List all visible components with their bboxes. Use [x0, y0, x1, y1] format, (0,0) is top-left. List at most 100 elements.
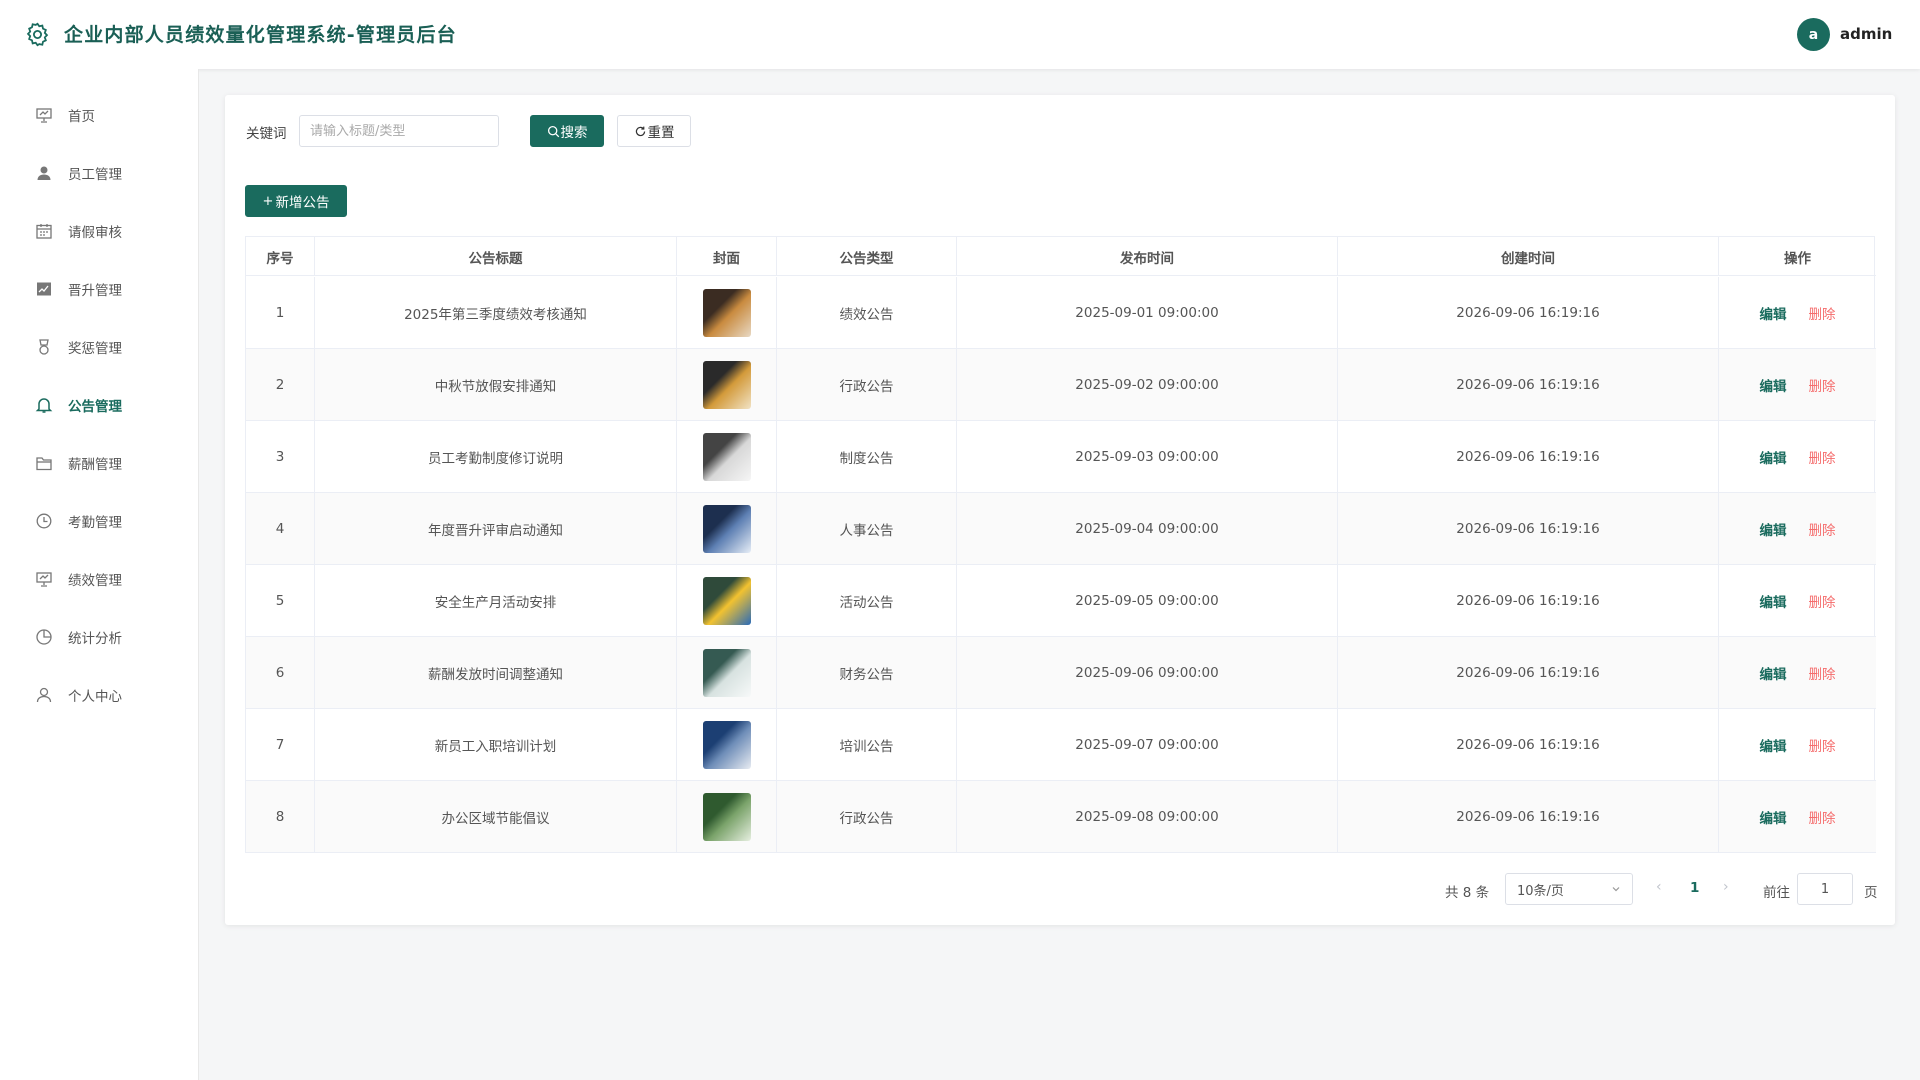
search-input[interactable]: [299, 115, 499, 147]
add-button-label: 新增公告: [275, 195, 330, 211]
sidebar-item[interactable]: 个人中心: [0, 673, 199, 717]
cell-created-time: 2026-09-06 16:19:16: [1338, 421, 1719, 493]
edit-button[interactable]: 编辑: [1760, 735, 1787, 755]
cell-type: 人事公告: [777, 493, 957, 565]
search-icon: [547, 125, 559, 137]
edit-button[interactable]: 编辑: [1760, 447, 1787, 467]
sidebar-item-label: 员工管理: [68, 167, 122, 183]
cell-title: 安全生产月活动安排: [315, 565, 677, 637]
column-header: 发布时间: [957, 237, 1338, 276]
delete-button[interactable]: 删除: [1809, 807, 1836, 827]
cell-actions: 编辑 删除: [1719, 349, 1876, 421]
refresh-icon: [635, 126, 645, 136]
goto-label: 前往: [1763, 885, 1790, 901]
edit-button[interactable]: 编辑: [1760, 303, 1787, 323]
top-header: 企业内部人员绩效量化管理系统-管理员后台 a admin: [0, 0, 1920, 69]
sidebar-item[interactable]: 首页: [0, 93, 199, 137]
delete-button[interactable]: 删除: [1809, 303, 1836, 323]
sidebar-item[interactable]: 绩效管理: [0, 557, 199, 601]
main-card: 关键词 搜索 重置 + 新增公告 序号公告标题封面公告类型发布时间创建时间 操作 …: [225, 95, 1895, 925]
cell-title: 2025年第三季度绩效考核通知: [315, 277, 677, 349]
edit-button[interactable]: 编辑: [1760, 519, 1787, 539]
cover-thumbnail[interactable]: [702, 577, 751, 625]
cell-created-time: 2026-09-06 16:19:16: [1338, 349, 1719, 421]
calendar-icon: [35, 222, 53, 240]
cell-created-time: 2026-09-06 16:19:16: [1338, 565, 1719, 637]
folder-icon: [35, 454, 53, 472]
sidebar-item-label: 奖惩管理: [68, 341, 122, 357]
sidebar-item[interactable]: 薪酬管理: [0, 441, 199, 485]
delete-button[interactable]: 删除: [1809, 591, 1836, 611]
delete-button[interactable]: 删除: [1809, 375, 1836, 395]
goto-page-input[interactable]: [1797, 873, 1853, 905]
sidebar-item[interactable]: 奖惩管理: [0, 325, 199, 369]
sidebar-item-label: 考勤管理: [68, 515, 122, 531]
cell-publish-time: 2025-09-05 09:00:00: [957, 565, 1338, 637]
cell-actions: 编辑 删除: [1719, 421, 1876, 493]
sidebar-item-label: 个人中心: [68, 689, 122, 705]
page-number-current[interactable]: 1: [1690, 880, 1699, 896]
cover-thumbnail[interactable]: [702, 505, 751, 553]
keyword-label: 关键词: [246, 126, 287, 142]
presentation-icon: [35, 570, 53, 588]
cell-title: 新员工入职培训计划: [315, 709, 677, 781]
trend-chart-icon: [35, 280, 53, 298]
delete-button[interactable]: 删除: [1809, 735, 1836, 755]
add-announcement-button[interactable]: + 新增公告: [245, 185, 347, 217]
cell-index: 6: [246, 637, 315, 709]
cell-created-time: 2026-09-06 16:19:16: [1338, 781, 1719, 853]
sidebar-item[interactable]: 公告管理: [0, 383, 199, 427]
table-row: 3 员工考勤制度修订说明 制度公告 2025-09-03 09:00:00 2026-0…: [246, 421, 1876, 493]
bell-icon: [35, 396, 53, 414]
cover-thumbnail[interactable]: [702, 649, 751, 697]
cell-type: 行政公告: [777, 781, 957, 853]
edit-button[interactable]: 编辑: [1760, 807, 1787, 827]
sidebar-item-label: 统计分析: [68, 631, 122, 647]
cell-type: 行政公告: [777, 349, 957, 421]
table-row: 1 2025年第三季度绩效考核通知 绩效公告 2025-09-01 09:00:00 2…: [246, 277, 1876, 349]
delete-button[interactable]: 删除: [1809, 519, 1836, 539]
cell-index: 5: [246, 565, 315, 637]
cell-publish-time: 2025-09-03 09:00:00: [957, 421, 1338, 493]
next-page-button[interactable]: ›: [1723, 879, 1729, 895]
cover-thumbnail[interactable]: [702, 361, 751, 409]
pagination-total: 共 8 条: [1445, 885, 1490, 901]
cell-actions: 编辑 删除: [1719, 277, 1876, 349]
cell-title: 员工考勤制度修订说明: [315, 421, 677, 493]
sidebar-item[interactable]: 请假审核: [0, 209, 199, 253]
clock-icon: [35, 512, 53, 530]
cell-publish-time: 2025-09-02 09:00:00: [957, 349, 1338, 421]
sidebar-item[interactable]: 统计分析: [0, 615, 199, 659]
reset-button[interactable]: 重置: [617, 115, 691, 147]
sidebar-item-label: 公告管理: [68, 399, 122, 415]
cover-thumbnail[interactable]: [702, 793, 751, 841]
edit-button[interactable]: 编辑: [1760, 663, 1787, 683]
page-size-select[interactable]: 10条/页: [1505, 873, 1633, 905]
prev-page-button[interactable]: ‹: [1656, 879, 1662, 895]
sidebar-item[interactable]: 考勤管理: [0, 499, 199, 543]
cell-cover: [677, 277, 777, 349]
cell-cover: [677, 565, 777, 637]
sidebar-item[interactable]: 员工管理: [0, 151, 199, 195]
username[interactable]: admin: [1840, 25, 1892, 43]
table-row: 2 中秋节放假安排通知 行政公告 2025-09-02 09:00:00 2026-09…: [246, 349, 1876, 421]
cell-index: 1: [246, 277, 315, 349]
delete-button[interactable]: 删除: [1809, 663, 1836, 683]
cover-thumbnail[interactable]: [702, 433, 751, 481]
edit-button[interactable]: 编辑: [1760, 375, 1787, 395]
avatar[interactable]: a: [1797, 18, 1830, 51]
cell-title: 年度晋升评审启动通知: [315, 493, 677, 565]
edit-button[interactable]: 编辑: [1760, 591, 1787, 611]
cell-created-time: 2026-09-06 16:19:16: [1338, 277, 1719, 349]
cover-thumbnail[interactable]: [702, 721, 751, 769]
cell-cover: [677, 709, 777, 781]
search-button[interactable]: 搜索: [530, 115, 604, 147]
cell-actions: 编辑 删除: [1719, 637, 1876, 709]
cover-thumbnail[interactable]: [702, 289, 751, 337]
column-header: 公告类型: [777, 237, 957, 276]
app-title: 企业内部人员绩效量化管理系统-管理员后台: [64, 24, 457, 46]
delete-button[interactable]: 删除: [1809, 447, 1836, 467]
sidebar-item[interactable]: 晋升管理: [0, 267, 199, 311]
cell-cover: [677, 637, 777, 709]
cell-created-time: 2026-09-06 16:19:16: [1338, 709, 1719, 781]
